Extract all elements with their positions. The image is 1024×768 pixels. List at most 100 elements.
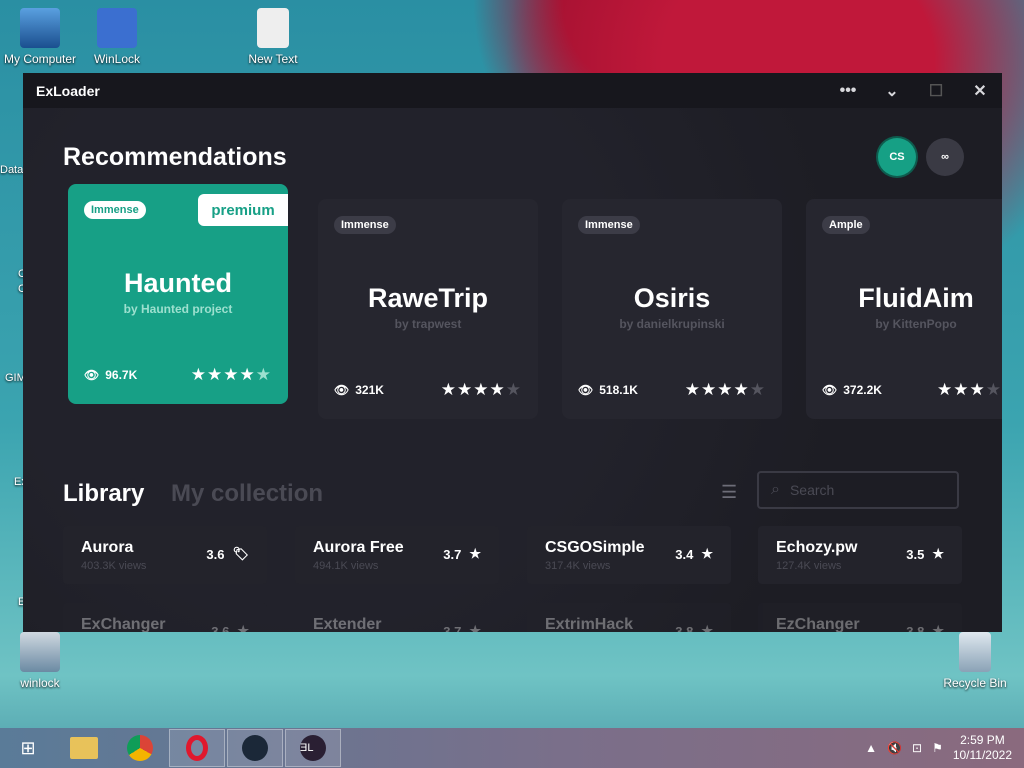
windows-logo-icon: ⊞ xyxy=(20,737,36,758)
item-name: ExtrimHack xyxy=(545,616,634,632)
library-item-exchanger[interactable]: ExChanger 3.6 ★ xyxy=(63,603,267,632)
taskbar-chrome[interactable] xyxy=(112,728,168,768)
library-item-aurora-free[interactable]: Aurora Free 494.1K views 3.7 ★ xyxy=(295,526,499,584)
recommendation-card-rawetrip[interactable]: Immense RaweTrip by trapwest 👁 321K ★★★★★ xyxy=(318,199,538,419)
item-views: 127.4K views xyxy=(776,560,842,572)
search-box[interactable]: ⌕ xyxy=(757,471,959,509)
tag-icon: 🏷 xyxy=(232,546,249,561)
desktop-icon-recycle-bin[interactable]: Recycle Bin xyxy=(935,632,1015,690)
star-icon: ★★★ xyxy=(937,380,986,399)
item-rating: 3.8 ★ xyxy=(675,623,713,632)
star-icon: ★ xyxy=(985,380,1002,399)
text-file-icon xyxy=(257,8,289,48)
more-options-icon[interactable]: ••• xyxy=(826,73,870,108)
item-rating: 3.7 ★ xyxy=(443,546,481,562)
recommendation-card-haunted[interactable]: Immense premium Haunted by Haunted proje… xyxy=(68,184,288,404)
tier-badge: Ample xyxy=(822,216,870,234)
star-icon: ★★★★ xyxy=(684,380,750,399)
recommendation-card-fluidaim[interactable]: Ample FluidAim by KittenPopo 👁 372.2K ★★★… xyxy=(806,199,1002,419)
star-icon: ★ xyxy=(505,380,522,399)
tier-badge: Immense xyxy=(84,201,146,219)
item-name: Extender xyxy=(313,616,382,632)
steam-game-button[interactable]: ∞ xyxy=(926,138,964,176)
item-views: 403.3K views xyxy=(81,560,147,572)
star-rating: ★★★★ xyxy=(937,380,1002,400)
action-center-icon[interactable]: ⚑ xyxy=(932,741,943,755)
star-icon: ★ xyxy=(469,623,481,632)
item-views: 317.4K views xyxy=(545,560,611,572)
system-tray: ▲ 🔇 ⊡ ⚑ 2:59 PM 10/11/2022 xyxy=(865,733,1024,763)
desktop-icon-new-text[interactable]: New Text xyxy=(233,8,313,66)
title-bar[interactable]: ExLoader ••• ⌄ ☐ ✕ xyxy=(23,73,1002,108)
item-rating: 3.8 ★ xyxy=(906,623,944,632)
clock[interactable]: 2:59 PM 10/11/2022 xyxy=(953,733,1012,763)
volume-muted-icon[interactable]: 🔇 xyxy=(887,741,902,755)
item-rating: 3.7 ★ xyxy=(443,623,481,632)
desktop-icon-my-computer[interactable]: My Computer xyxy=(0,8,80,66)
exloader-window: ExLoader ••• ⌄ ☐ ✕ Recommendations CS ∞ … xyxy=(23,73,1002,632)
rating-value: 3.5 xyxy=(906,546,925,562)
tier-badge: Immense xyxy=(578,216,640,234)
installer-icon xyxy=(20,632,60,672)
taskbar-opera[interactable] xyxy=(169,729,225,767)
show-hidden-icons-icon[interactable]: ▲ xyxy=(865,741,877,755)
filter-icon[interactable]: ☰ xyxy=(721,482,737,503)
star-icon: ★ xyxy=(932,546,944,561)
steam-icon xyxy=(242,735,268,761)
star-rating: ★★★★★ xyxy=(441,380,522,400)
library-item-extrimhack[interactable]: ExtrimHack 3.8 ★ xyxy=(527,603,731,632)
recycle-bin-icon xyxy=(959,632,991,672)
item-rating: 3.4 ★ xyxy=(675,546,713,562)
item-views: 494.1K views xyxy=(313,560,379,572)
star-icon: ★ xyxy=(749,380,766,399)
star-rating: ★★★★★ xyxy=(191,365,272,385)
library-item-ezchanger[interactable]: EzChanger 3.8 ★ xyxy=(758,603,962,632)
star-rating: ★★★★★ xyxy=(685,380,766,400)
star-icon: ★★★★ xyxy=(440,380,506,399)
library-item-echozy[interactable]: Echozy.pw 127.4K views 3.5 ★ xyxy=(758,526,962,584)
library-item-extender[interactable]: Extender 3.7 ★ xyxy=(295,603,499,632)
card-author: by Haunted project xyxy=(123,302,233,316)
csgo-game-button[interactable]: CS xyxy=(878,138,916,176)
close-icon[interactable]: ✕ xyxy=(958,73,1002,108)
computer-icon xyxy=(20,8,60,48)
winlock-icon xyxy=(97,8,137,48)
maximize-icon[interactable]: ☐ xyxy=(914,73,958,108)
library-item-aurora[interactable]: Aurora 403.3K views 3.6 🏷 xyxy=(63,526,267,584)
desktop-icon-winlock-shortcut[interactable]: WinLock xyxy=(77,8,157,66)
card-author: by danielkrupinski xyxy=(619,317,725,331)
rating-value: 3.6 xyxy=(211,623,230,633)
card-author: by trapwest xyxy=(394,317,462,331)
views-count: 372.2K xyxy=(843,383,882,397)
search-input[interactable] xyxy=(787,481,932,499)
start-button[interactable]: ⊞ xyxy=(0,728,56,768)
desktop-icon-winlock[interactable]: winlock xyxy=(0,632,80,690)
network-icon[interactable]: ⊡ xyxy=(912,741,922,755)
card-name: Osiris xyxy=(633,283,711,313)
eye-icon: 👁 xyxy=(334,383,350,397)
star-icon: ★ xyxy=(255,365,272,384)
card-views: 👁 321K xyxy=(334,383,384,397)
taskbar-exloader[interactable]: ƎL xyxy=(285,729,341,767)
card-views: 👁 96.7K xyxy=(84,368,137,382)
main-content: Recommendations CS ∞ Immense premium Hau… xyxy=(23,108,1002,632)
recommendation-card-osiris[interactable]: Immense Osiris by danielkrupinski 👁 518.1… xyxy=(562,199,782,419)
taskbar: ⊞ ƎL ▲ 🔇 ⊡ ⚑ 2:59 PM 10/11/2022 xyxy=(0,728,1024,768)
minimize-icon[interactable]: ⌄ xyxy=(870,73,914,108)
item-name: ExChanger xyxy=(81,616,166,632)
star-icon: ★ xyxy=(701,623,713,632)
clock-time: 2:59 PM xyxy=(960,733,1005,747)
search-icon: ⌕ xyxy=(771,481,780,498)
library-item-csgosimple[interactable]: CSGOSimple 317.4K views 3.4 ★ xyxy=(527,526,731,584)
desktop-icon-label: New Text xyxy=(248,52,298,66)
tab-my-collection[interactable]: My collection xyxy=(171,480,323,508)
chrome-icon xyxy=(127,735,153,761)
desktop-icon-label: winlock xyxy=(20,676,60,690)
card-name: RaweTrip xyxy=(367,283,489,313)
eye-icon: 👁 xyxy=(822,383,838,397)
taskbar-file-explorer[interactable] xyxy=(56,728,112,768)
tab-library[interactable]: Library xyxy=(63,480,144,508)
taskbar-steam[interactable] xyxy=(227,729,283,767)
rating-value: 3.7 xyxy=(443,546,462,562)
item-rating: 3.6 ★ xyxy=(211,623,249,632)
